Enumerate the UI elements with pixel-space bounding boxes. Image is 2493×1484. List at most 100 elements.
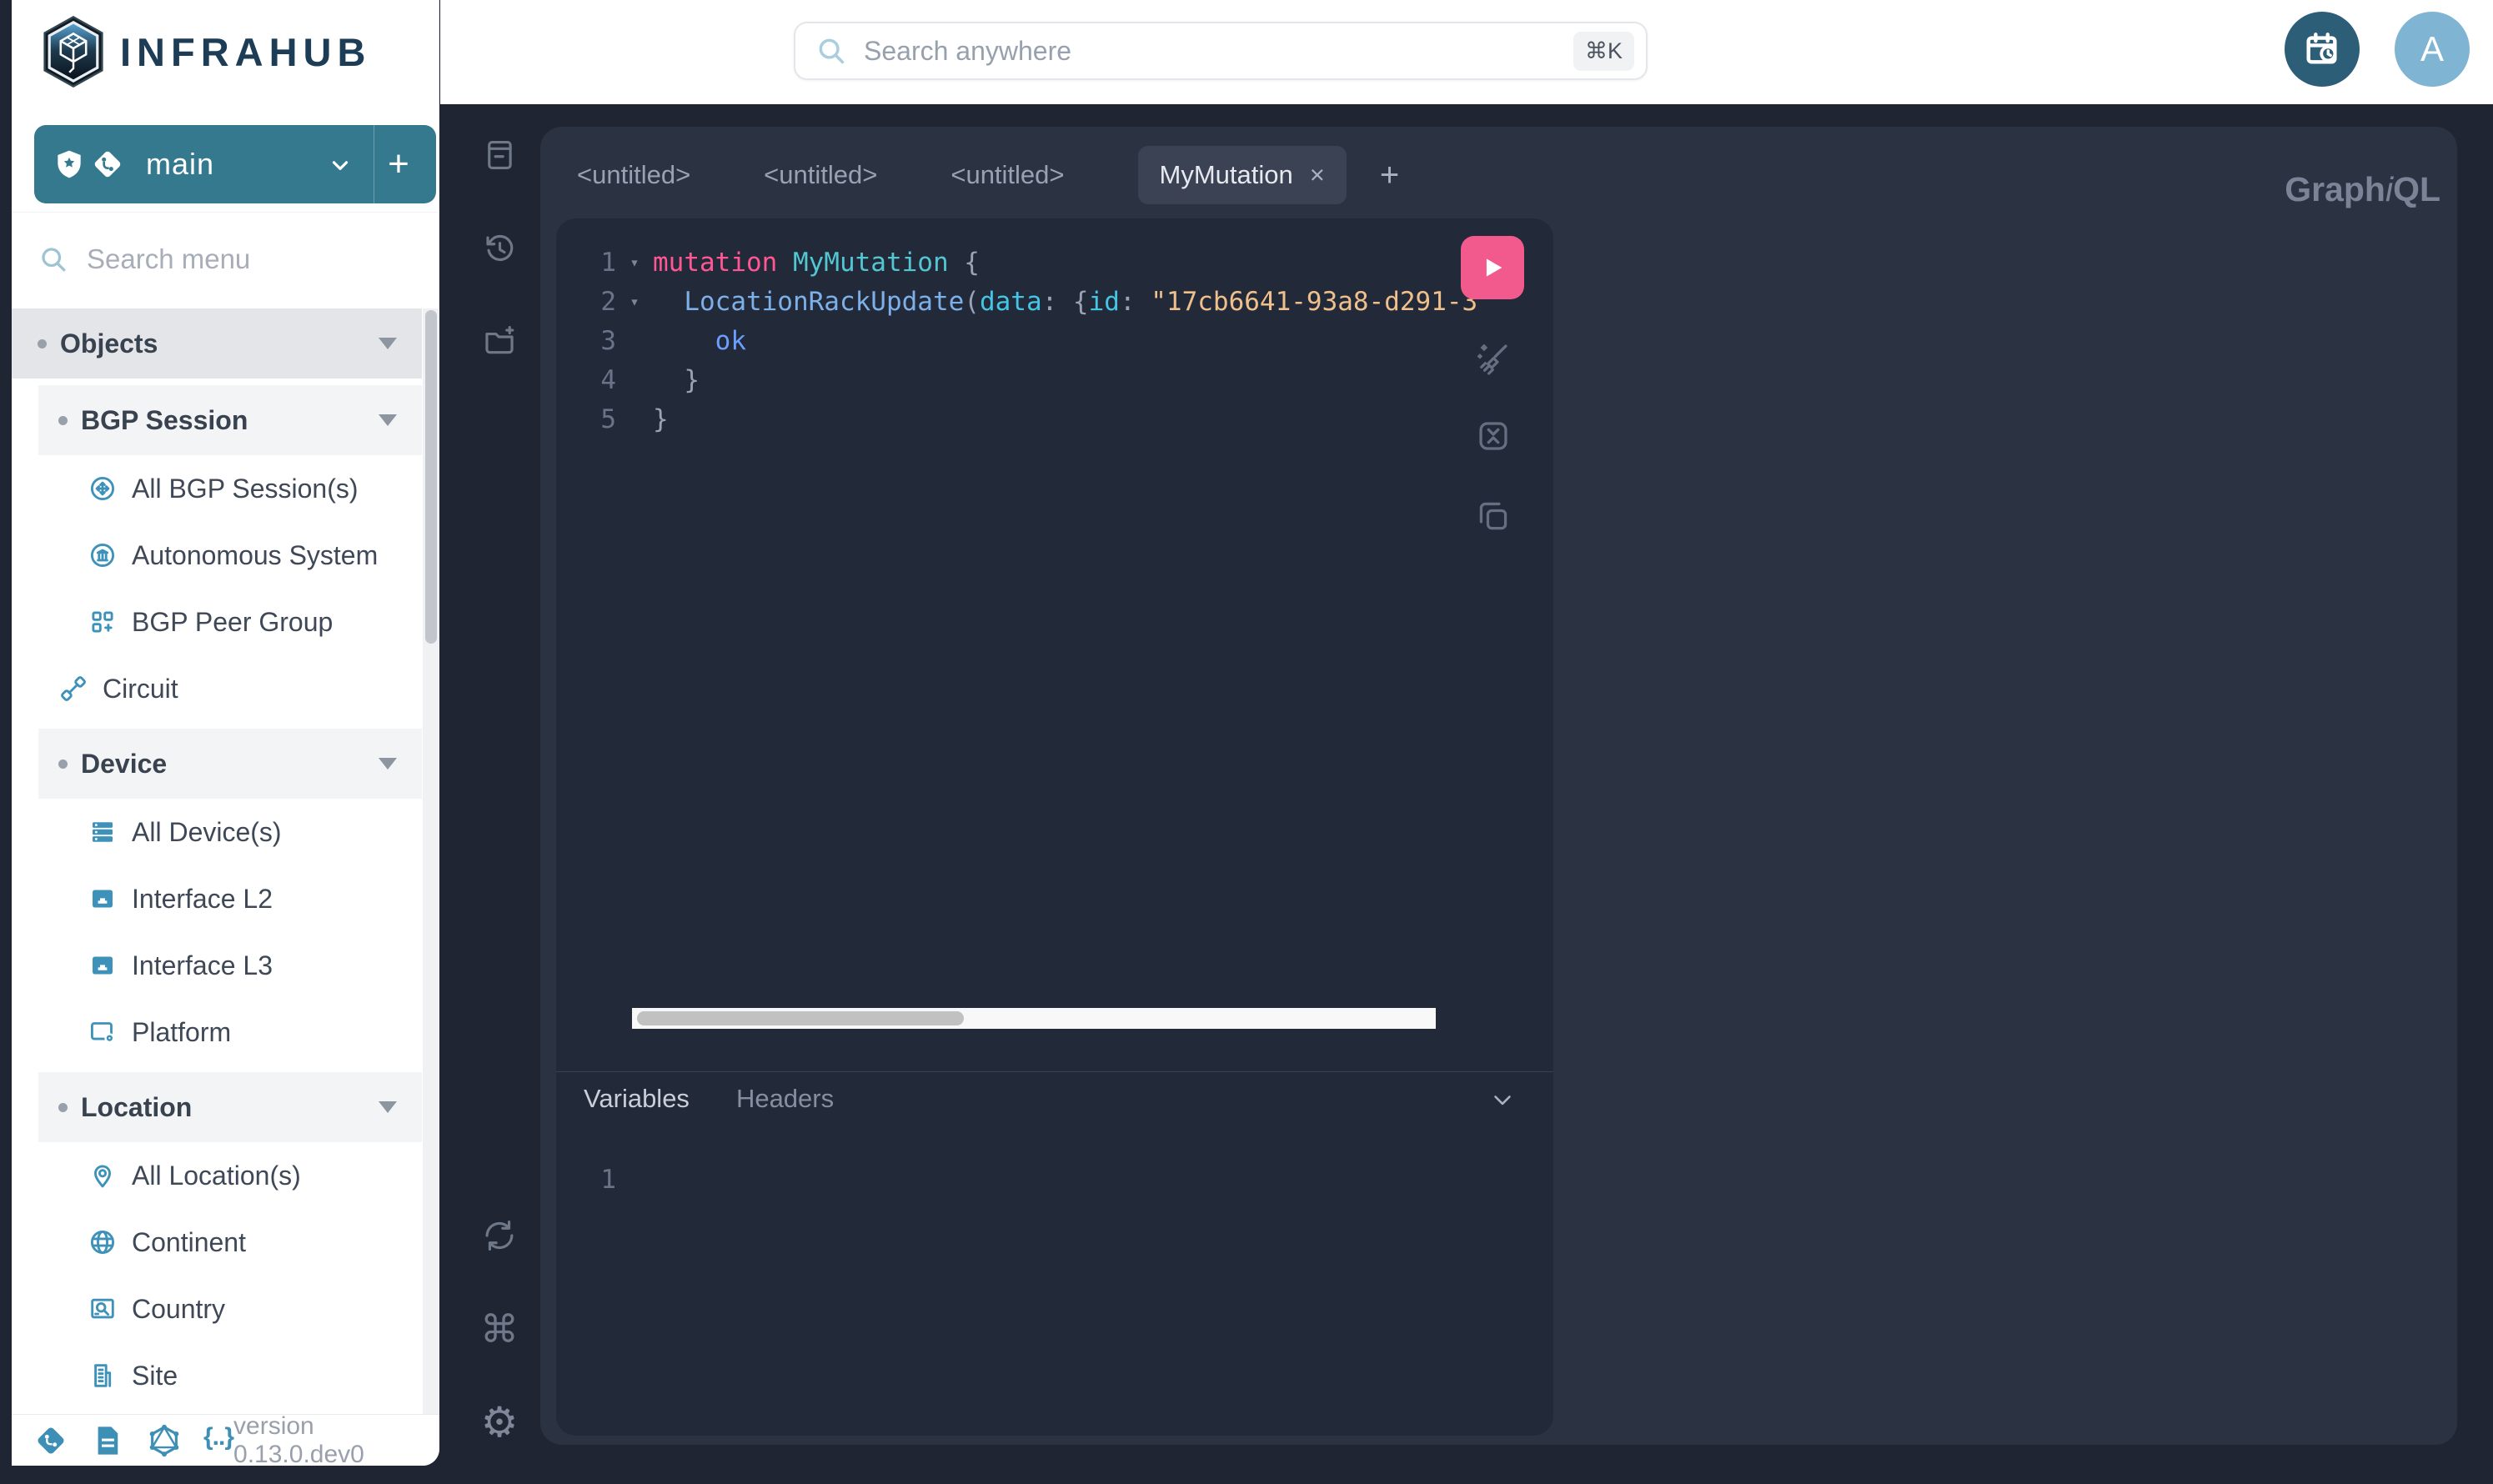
global-search-input[interactable] xyxy=(864,36,1573,67)
sidebar: INFRAHUB main + ObjectsBGP Sess xyxy=(12,0,439,1466)
menu-item-continent[interactable]: Continent xyxy=(12,1209,439,1276)
menu-section-device[interactable]: Device xyxy=(38,729,422,799)
menu-item-all-bgp-session-s-[interactable]: All BGP Session(s) xyxy=(12,455,439,522)
branch-name: main xyxy=(146,147,214,182)
menu-item-site[interactable]: Site xyxy=(12,1342,439,1409)
editor-line: 2▾ LocationRackUpdate(data: {id: "17cb66… xyxy=(556,283,1428,322)
tab-0[interactable]: <untitled> xyxy=(577,160,690,190)
editor-horizontal-scrollbar[interactable] xyxy=(632,1008,1436,1029)
topbar: ⌘K A xyxy=(440,0,2493,104)
site-icon xyxy=(88,1361,118,1391)
history-icon[interactable] xyxy=(482,231,517,266)
infrahub-logo-icon xyxy=(40,15,107,88)
app-root: { "sidebar": { "logo_text": "INFRAHUB", … xyxy=(0,0,2493,1484)
editor-line: 1▾mutation MyMutation { xyxy=(556,243,1428,283)
graphiql-tabs: <untitled> <untitled> <untitled> MyMutation… xyxy=(577,127,1399,223)
copy-query-icon[interactable] xyxy=(1474,497,1512,535)
schema-file-icon[interactable] xyxy=(90,1423,125,1458)
calendar-clock-icon xyxy=(2303,30,2341,68)
secondary-editor-tabs: Variables Headers xyxy=(584,1084,880,1114)
graphql-icon[interactable] xyxy=(147,1423,182,1458)
graphiql-logo: GraphiQL xyxy=(2285,170,2440,209)
variables-line-number: 1 xyxy=(556,1165,616,1195)
tab-label: MyMutation xyxy=(1160,160,1293,190)
sidebar-footer: {..} version 0.13.0.dev0 xyxy=(12,1414,439,1466)
menu-search-input[interactable] xyxy=(87,243,404,275)
merge-fragments-icon[interactable] xyxy=(1474,417,1512,455)
tab-1[interactable]: <untitled> xyxy=(764,160,877,190)
menu-item-platform[interactable]: Platform xyxy=(12,999,439,1065)
editor-line: 3 ok xyxy=(556,322,1428,361)
editor-line: 4 } xyxy=(556,361,1428,400)
json-braces-icon[interactable]: {..} xyxy=(203,1423,233,1458)
menu-item-autonomous-system[interactable]: Autonomous System xyxy=(12,522,439,589)
settings-gear-icon[interactable]: ⚙ xyxy=(481,1403,519,1441)
chevron-down-icon xyxy=(328,153,353,178)
app-title: INFRAHUB xyxy=(120,29,371,75)
add-tab-button[interactable]: + xyxy=(1380,157,1399,194)
avatar[interactable]: A xyxy=(2395,12,2470,87)
docs-icon[interactable] xyxy=(482,138,517,173)
autonomous-system-icon xyxy=(88,540,118,570)
play-icon xyxy=(1478,253,1507,282)
prettify-icon[interactable] xyxy=(1474,339,1512,378)
shortcut-badge: ⌘K xyxy=(1573,32,1634,71)
menu-item-all-device-s-[interactable]: All Device(s) xyxy=(12,799,439,865)
git-icon[interactable] xyxy=(33,1423,68,1458)
sidebar-menu: ObjectsBGP SessionAll BGP Session(s)Auto… xyxy=(12,308,439,1427)
time-travel-button[interactable] xyxy=(2285,12,2360,87)
tab-headers[interactable]: Headers xyxy=(736,1084,834,1114)
refetch-schema-icon[interactable] xyxy=(482,1218,517,1253)
keyboard-shortcuts-icon[interactable]: ⌘ xyxy=(480,1311,519,1346)
query-editor[interactable]: 1▾mutation MyMutation {2▾ LocationRackUp… xyxy=(556,243,1428,439)
menu-item-country[interactable]: Country xyxy=(12,1276,439,1342)
bullet-icon xyxy=(38,339,47,348)
editor-scrollbar-thumb[interactable] xyxy=(637,1011,964,1025)
collapse-chevron-icon[interactable] xyxy=(1488,1085,1517,1114)
platform-icon xyxy=(88,1017,118,1047)
line-number: 5 xyxy=(556,400,616,439)
menu-item-interface-l2[interactable]: Interface L2 xyxy=(12,865,439,932)
triangle-down-icon xyxy=(379,758,397,770)
close-tab-icon[interactable]: × xyxy=(1310,160,1325,190)
search-icon xyxy=(815,35,847,67)
tab-active[interactable]: MyMutation × xyxy=(1138,146,1347,204)
bgp-session-icon xyxy=(88,474,118,504)
menu-scrollbar-thumb[interactable] xyxy=(425,310,437,644)
location-icon xyxy=(88,1161,118,1191)
editor-line: 5} xyxy=(556,400,1428,439)
bullet-icon xyxy=(58,416,68,425)
line-number: 1 xyxy=(556,243,616,283)
fold-marker-icon xyxy=(616,361,653,400)
menu-item-interface-l3[interactable]: Interface L3 xyxy=(12,932,439,999)
menu-section-bgp-session[interactable]: BGP Session xyxy=(38,385,422,455)
tab-2[interactable]: <untitled> xyxy=(951,160,1064,190)
git-branch-icon xyxy=(91,148,124,181)
add-branch-button[interactable]: + xyxy=(374,125,423,203)
menu-item-bgp-peer-group[interactable]: BGP Peer Group xyxy=(12,589,439,655)
global-search: ⌘K xyxy=(794,22,1648,80)
line-number: 4 xyxy=(556,361,616,400)
fold-marker-icon[interactable]: ▾ xyxy=(616,243,653,283)
continent-icon xyxy=(88,1227,118,1257)
menu-scrollbar[interactable] xyxy=(423,308,439,1427)
tab-variables[interactable]: Variables xyxy=(584,1084,690,1114)
triangle-down-icon xyxy=(379,1101,397,1113)
menu-item-circuit[interactable]: Circuit xyxy=(12,655,439,722)
menu-section-location[interactable]: Location xyxy=(38,1072,422,1142)
fold-marker-icon[interactable]: ▾ xyxy=(616,283,653,322)
execute-query-button[interactable] xyxy=(1461,236,1524,299)
shield-star-icon xyxy=(53,148,86,181)
search-icon xyxy=(38,244,68,274)
menu-section-objects[interactable]: Objects xyxy=(12,308,422,379)
interface-icon xyxy=(88,950,118,980)
menu-item-all-location-s-[interactable]: All Location(s) xyxy=(12,1142,439,1209)
country-icon xyxy=(88,1294,118,1324)
device-icon xyxy=(88,817,118,847)
branch-selector-button[interactable]: main + xyxy=(34,125,436,203)
line-number: 3 xyxy=(556,322,616,361)
bullet-icon xyxy=(58,1103,68,1112)
explorer-folder-icon[interactable] xyxy=(482,323,517,358)
graphiql-sidebar: ⌘ ⚙ xyxy=(459,104,539,1484)
logo: INFRAHUB xyxy=(40,10,371,93)
